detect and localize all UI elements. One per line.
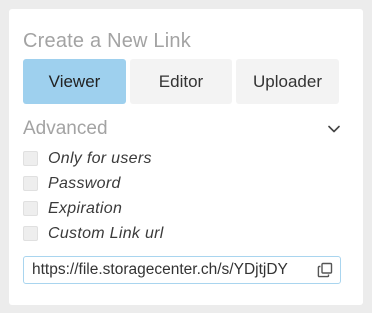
option-custom-link-url: Custom Link url [23, 221, 164, 246]
password-label: Password [48, 174, 121, 192]
role-uploader-button[interactable]: Uploader [236, 59, 339, 104]
share-link-field[interactable]: https://file.storagecenter.ch/s/YDjtjDY [23, 256, 341, 284]
advanced-toggle[interactable]: Advanced [23, 117, 341, 141]
role-selector: Viewer Editor Uploader [23, 59, 339, 104]
share-link-url[interactable]: https://file.storagecenter.ch/s/YDjtjDY [32, 261, 312, 279]
only-for-users-checkbox[interactable] [23, 151, 38, 166]
custom-link-url-checkbox[interactable] [23, 226, 38, 241]
option-password: Password [23, 171, 164, 196]
password-checkbox[interactable] [23, 176, 38, 191]
expiration-label: Expiration [48, 199, 123, 217]
role-editor-button[interactable]: Editor [130, 59, 232, 104]
option-only-for-users: Only for users [23, 146, 164, 171]
create-link-panel: Create a New Link Viewer Editor Uploader… [9, 9, 363, 305]
expiration-checkbox[interactable] [23, 201, 38, 216]
only-for-users-label: Only for users [48, 149, 152, 167]
advanced-label: Advanced [23, 118, 108, 139]
custom-link-url-label: Custom Link url [48, 224, 164, 242]
advanced-options: Only for users Password Expiration Custo… [23, 146, 164, 246]
chevron-down-icon[interactable] [327, 124, 341, 134]
role-viewer-button[interactable]: Viewer [23, 59, 126, 104]
option-expiration: Expiration [23, 196, 164, 221]
copy-icon[interactable] [317, 262, 333, 278]
panel-title: Create a New Link [23, 30, 191, 52]
